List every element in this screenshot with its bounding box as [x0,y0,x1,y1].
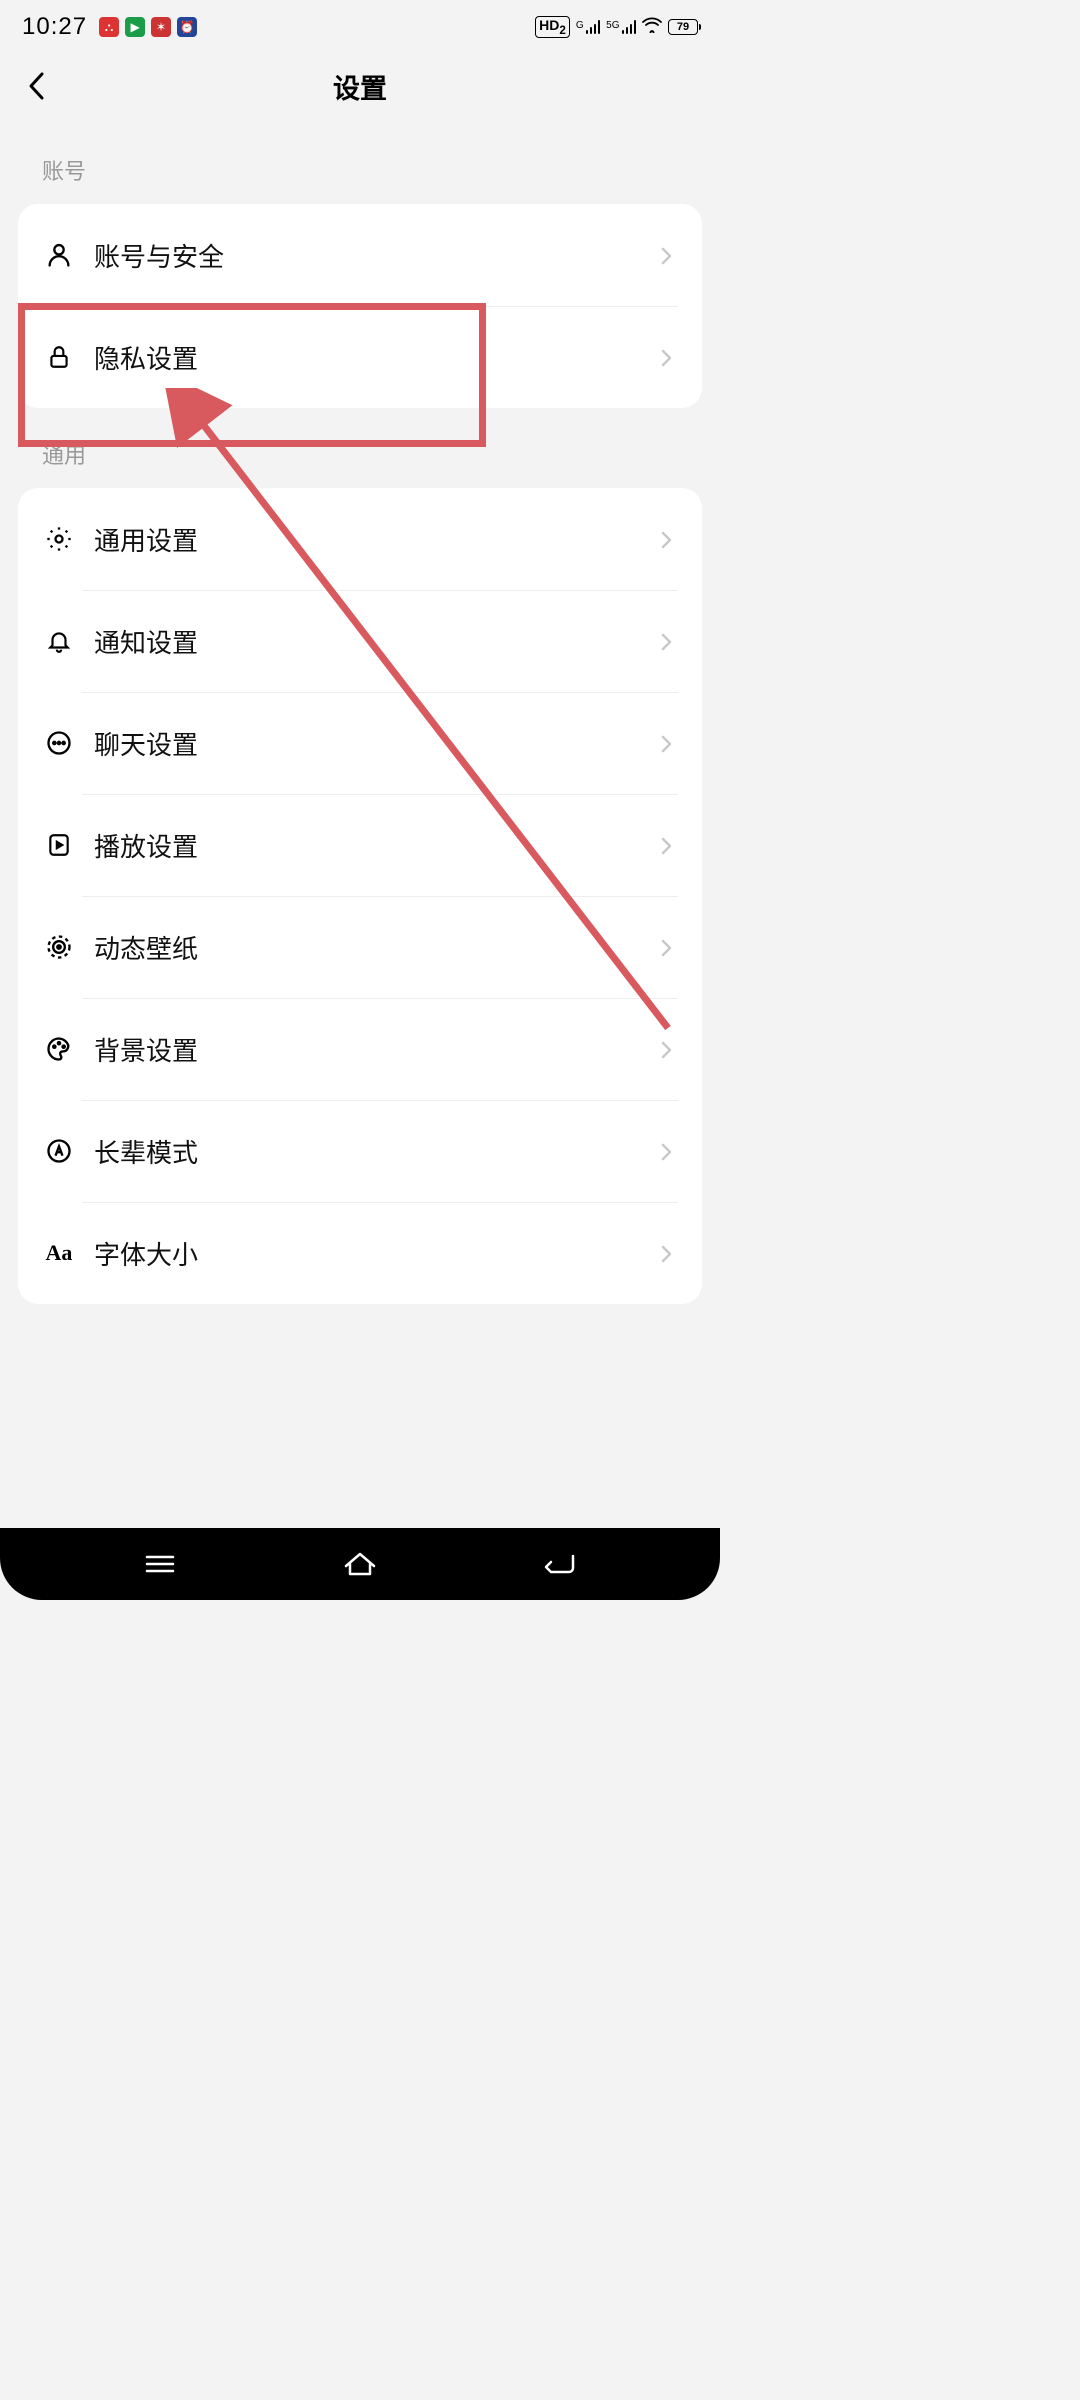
page-header: 设置 [0,48,720,124]
row-notification-settings[interactable]: 通知设置 [18,590,702,692]
battery-indicator: 79 [668,19,698,35]
hd-label: HD [539,17,559,33]
chat-icon [42,726,76,760]
section-header-general: 通用 [0,408,720,488]
signal-bars-1 [586,20,601,34]
account-card: 账号与安全 隐私设置 [18,204,702,408]
chevron-right-icon [660,246,678,264]
row-chat-settings[interactable]: 聊天设置 [18,692,702,794]
row-label: 通用设置 [94,521,660,558]
carrier-icon-1: ⛬ [99,17,119,37]
lock-icon [42,340,76,374]
row-live-wallpaper[interactable]: 动态壁纸 [18,896,702,998]
hd-sub: 2 [559,24,565,37]
wifi-icon [642,17,662,36]
row-label: 播放设置 [94,827,660,864]
status-left: 10:27 ⛬ ▶ ✶ ⏰ [22,13,197,41]
row-label: 通知设置 [94,623,660,660]
chevron-right-icon [660,348,678,366]
play-box-icon [42,828,76,862]
battery-level: 79 [677,21,689,33]
nav-back-button[interactable] [532,1546,588,1582]
nav-home-button[interactable] [332,1546,388,1582]
row-privacy-settings[interactable]: 隐私设置 [18,306,702,408]
video-app-icon: ▶ [125,17,145,37]
device-frame: 10:27 ⛬ ▶ ✶ ⏰ HD2 G 5G 79 [0,0,720,1600]
alarm-icon: ⏰ [177,17,197,37]
chevron-right-icon [660,734,678,752]
status-bar: 10:27 ⛬ ▶ ✶ ⏰ HD2 G 5G 79 [0,0,720,48]
bell-icon [42,624,76,658]
row-font-size[interactable]: Aa 字体大小 [18,1202,702,1304]
hd-badge: HD2 [535,16,570,38]
status-right: HD2 G 5G 79 [535,16,698,38]
page-title: 设置 [0,67,720,106]
chevron-right-icon [660,632,678,650]
chevron-right-icon [660,1142,678,1160]
row-label: 字体大小 [94,1235,660,1272]
net-type-1: G [576,20,584,31]
row-account-security[interactable]: 账号与安全 [18,204,702,306]
gear-icon [42,522,76,556]
row-label: 聊天设置 [94,725,660,762]
signal-bars-2 [622,20,637,34]
row-label: 隐私设置 [94,339,660,376]
row-label: 背景设置 [94,1031,660,1068]
person-icon [42,238,76,272]
general-card: 通用设置 通知设置 聊天设置 播放设置 [18,488,702,1304]
row-playback-settings[interactable]: 播放设置 [18,794,702,896]
a-circle-icon [42,1134,76,1168]
back-button[interactable] [20,68,56,104]
chevron-right-icon [660,1244,678,1262]
row-label: 长辈模式 [94,1133,660,1170]
system-navbar [0,1528,720,1600]
section-header-account: 账号 [0,124,720,204]
row-label: 动态壁纸 [94,929,660,966]
chevron-right-icon [660,1040,678,1058]
row-elder-mode[interactable]: 长辈模式 [18,1100,702,1202]
nav-recent-button[interactable] [132,1546,188,1582]
target-icon [42,930,76,964]
palette-icon [42,1032,76,1066]
chevron-right-icon [660,530,678,548]
square-red-icon: ✶ [151,17,171,37]
row-background-settings[interactable]: 背景设置 [18,998,702,1100]
net-type-2: 5G [606,20,619,31]
status-time: 10:27 [22,13,87,41]
chevron-right-icon [660,938,678,956]
row-label: 账号与安全 [94,237,660,274]
chevron-right-icon [660,836,678,854]
row-general-settings[interactable]: 通用设置 [18,488,702,590]
font-size-icon: Aa [42,1236,76,1270]
